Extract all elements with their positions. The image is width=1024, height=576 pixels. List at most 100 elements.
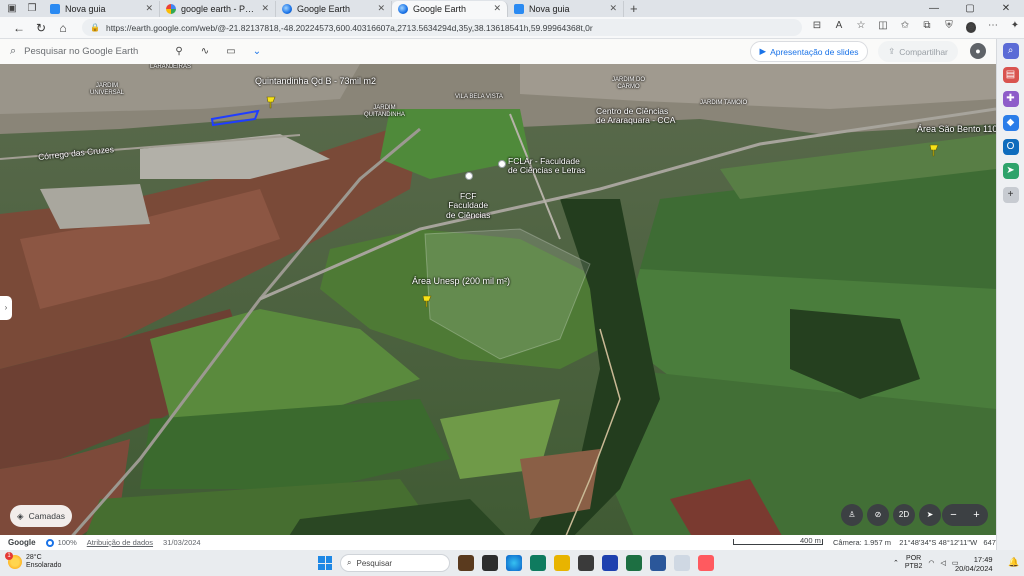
widgets-app-icon[interactable] <box>458 555 474 571</box>
url-text: https://earth.google.com/web/@-21.821378… <box>105 22 593 33</box>
chevron-down-icon[interactable]: ⌄ <box>244 46 270 57</box>
word-app-icon[interactable] <box>650 555 666 571</box>
snipping-app-icon[interactable] <box>698 555 714 571</box>
clock-time: 17:49 <box>973 555 993 564</box>
edge-sidebar: ⌕ ▤ ✚ ◆ O ➤ + <box>996 39 1024 550</box>
send-icon[interactable]: ➤ <box>1002 163 1019 179</box>
tab-google-search[interactable]: google earth - Pesquisar ✕ <box>160 0 276 17</box>
camera-readout: Câmera: 1.957 m 21°48'34"S 48°12'11"W 64… <box>833 538 1004 547</box>
favorite-star-icon[interactable]: ☆ <box>852 20 870 36</box>
games-icon[interactable]: ◆ <box>1002 115 1019 131</box>
volume-icon[interactable]: ◁ <box>941 559 946 567</box>
system-tray: ⌃ POR PTB2 ◠ ◁ ▭ <box>893 555 959 570</box>
tab-google-earth-1[interactable]: Google Earth ✕ <box>276 0 392 17</box>
chevron-up-icon[interactable]: ⌃ <box>893 559 899 567</box>
measure-icon[interactable]: ▭ <box>218 46 244 57</box>
poi-marker-fcf[interactable] <box>465 172 473 180</box>
panel-expand-handle[interactable]: › <box>0 296 12 320</box>
file-explorer-icon[interactable] <box>554 555 570 571</box>
close-icon[interactable]: ✕ <box>377 3 385 14</box>
tab-nova-guia-2[interactable]: Nova guia ✕ <box>508 0 624 17</box>
attribution-link[interactable]: Atribuição de dados <box>87 538 153 547</box>
pushpin-icon-quintandinha[interactable] <box>265 95 277 109</box>
photos-app-icon[interactable] <box>674 555 690 571</box>
wifi-icon[interactable]: ◠ <box>928 559 934 567</box>
clock[interactable]: 17:49 20/04/2024 <box>955 555 993 573</box>
lock-icon: 🔒 <box>90 23 100 32</box>
earth-icon <box>398 3 408 14</box>
language-indicator[interactable]: POR PTB2 <box>905 555 923 570</box>
workspaces-icon[interactable]: ▣ <box>4 2 20 16</box>
share-icon: ⇪ <box>888 46 896 56</box>
edge-app-icon[interactable] <box>506 555 522 571</box>
label-fcf: FCF Faculdade de Ciências <box>446 191 491 220</box>
view-2d-button[interactable]: 2D <box>893 504 915 526</box>
avatar-icon[interactable]: ☻ <box>962 20 980 36</box>
layers-icon: ◈ <box>17 510 24 521</box>
draw-path-icon[interactable]: ∿ <box>192 46 218 57</box>
street-view-pegman-icon[interactable]: ♙ <box>841 504 863 526</box>
favorites-icon[interactable]: ✩ <box>896 20 914 36</box>
read-aloud-icon[interactable]: A <box>830 20 848 36</box>
url-field[interactable]: 🔒 https://earth.google.com/web/@-21.8213… <box>82 19 802 36</box>
imagery-date: 31/03/2024 <box>163 538 201 547</box>
taskbar-search[interactable]: ⌕ Pesquisar <box>340 554 450 572</box>
zoom-controls: − + <box>942 504 988 526</box>
shopping-icon[interactable]: ▤ <box>1002 67 1019 83</box>
poi-marker-fclar[interactable] <box>498 160 506 168</box>
tab-label: google earth - Pesquisar <box>181 3 257 14</box>
location-off-icon[interactable]: ⊘ <box>867 504 889 526</box>
close-icon[interactable]: ✕ <box>261 3 269 14</box>
close-window-icon[interactable]: ✕ <box>988 0 1024 17</box>
refresh-icon[interactable]: ↻ <box>30 21 52 35</box>
close-icon[interactable]: ✕ <box>493 3 501 14</box>
label-jardim-tamoio: JARDIM TAMOIO <box>700 100 748 106</box>
weather-condition: Ensolarado <box>26 561 62 569</box>
label-quintandinha: Quintandinha Qd B - 73mil m2 <box>255 76 377 86</box>
pushpin-icon-unesp[interactable] <box>421 294 433 308</box>
shield-icon[interactable]: ⛨ <box>940 20 958 36</box>
search-sidebar-icon[interactable]: ⌕ <box>1002 43 1019 59</box>
back-icon[interactable]: ← <box>8 21 30 35</box>
copilot-icon[interactable]: ✦ <box>1006 20 1024 36</box>
zoom-out-icon[interactable]: − <box>950 509 956 521</box>
split-screen-icon[interactable]: ⊟ <box>808 20 826 36</box>
task-view-icon[interactable] <box>482 555 498 571</box>
windows-start-icon[interactable] <box>318 556 332 570</box>
outlook-icon[interactable]: O <box>1002 139 1019 155</box>
zoom-in-icon[interactable]: + <box>973 509 979 521</box>
weather-widget[interactable]: 1 28°C Ensolarado <box>5 551 62 569</box>
store-app-icon[interactable] <box>530 555 546 571</box>
add-sidebar-icon[interactable]: + <box>1002 187 1019 203</box>
compass-icon[interactable]: ➤ <box>919 504 941 526</box>
place-marker-icon[interactable]: ⚲ <box>166 46 192 57</box>
tab-google-earth-active[interactable]: Google Earth ✕ <box>392 0 508 17</box>
tools-icon[interactable]: ✚ <box>1002 91 1019 107</box>
account-icon[interactable]: ● <box>970 43 986 59</box>
outlook-app-icon[interactable] <box>602 555 618 571</box>
share-button[interactable]: ⇪ Compartilhar <box>878 41 958 62</box>
map-viewport[interactable]: Quintandinha Qd B - 73mil m2 Área Unesp … <box>0 39 996 550</box>
minimize-icon[interactable]: — <box>916 0 952 17</box>
home-icon[interactable]: ⌂ <box>52 21 74 35</box>
excel-app-icon[interactable] <box>626 555 642 571</box>
earth-icon <box>282 3 292 14</box>
google-icon <box>166 3 176 14</box>
earth-search-input[interactable]: ⌕ Pesquisar no Google Earth <box>10 45 160 58</box>
split-view-icon[interactable]: ◫ <box>874 20 892 36</box>
maximize-icon[interactable]: ▢ <box>952 0 988 17</box>
slideshow-label: Apresentação de slides <box>770 46 859 57</box>
collections-icon[interactable]: ⧉ <box>918 20 936 36</box>
lang-code: POR <box>906 555 922 562</box>
pushpin-icon-sao-bento[interactable] <box>928 143 940 157</box>
close-icon[interactable]: ✕ <box>609 3 617 14</box>
new-tab-icon[interactable]: + <box>630 1 638 16</box>
tab-actions-icon[interactable]: ❐ <box>24 2 40 16</box>
slideshow-button[interactable]: ▶ Apresentação de slides <box>750 41 868 62</box>
layers-button[interactable]: ◈ Camadas <box>10 505 72 527</box>
close-icon[interactable]: ✕ <box>145 3 153 14</box>
tab-nova-guia-1[interactable]: Nova guia ✕ <box>44 0 160 17</box>
dell-app-icon[interactable] <box>578 555 594 571</box>
notifications-icon[interactable]: 🔔 <box>1008 557 1019 568</box>
more-icon[interactable]: ⋯ <box>984 20 1002 36</box>
